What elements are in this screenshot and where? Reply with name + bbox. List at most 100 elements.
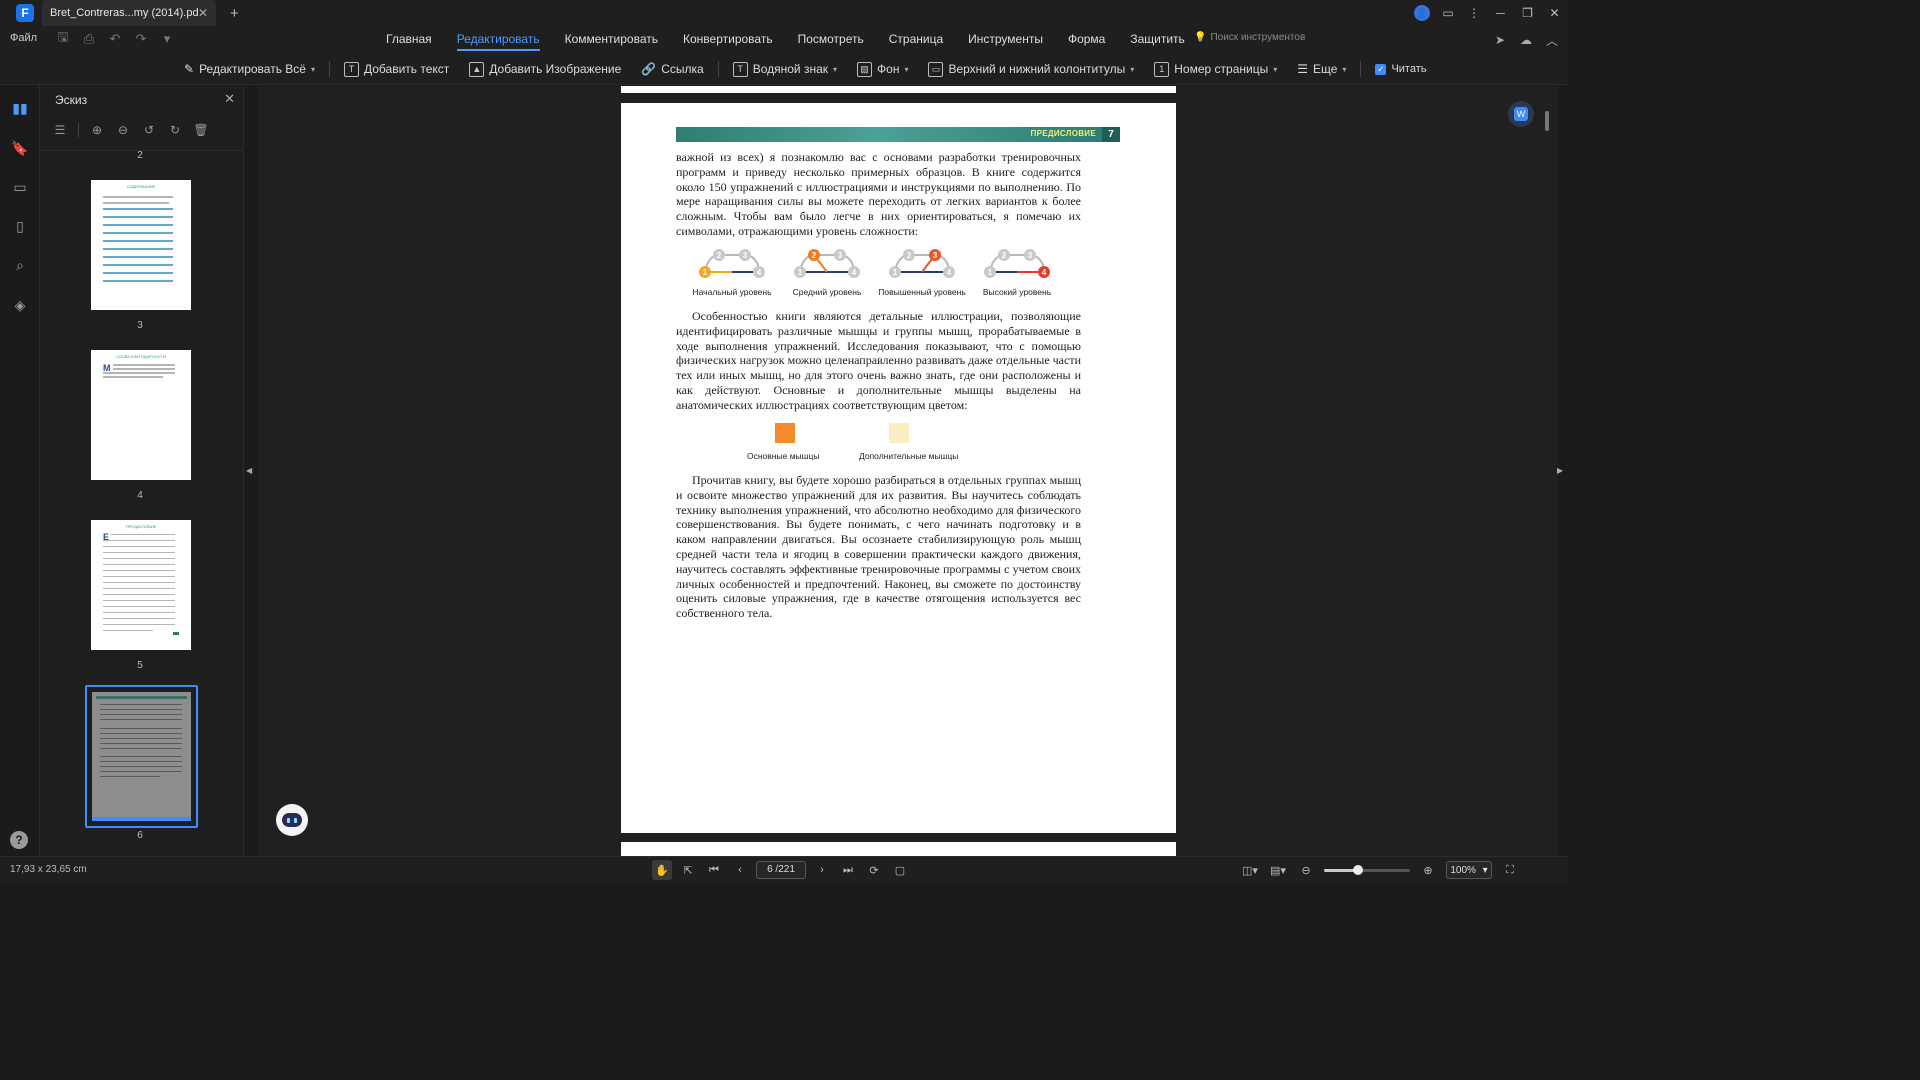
thumbnail-line xyxy=(103,600,175,601)
document-tab[interactable]: Bret_Contreras...my (2014).pdf ✕ xyxy=(42,0,216,26)
header-footer-button[interactable]: ▭ Верхний и нижний колонтитулы ▾ xyxy=(918,53,1144,85)
collapse-ribbon-icon[interactable]: ︿ xyxy=(1542,30,1562,50)
menu-edit[interactable]: Редактировать xyxy=(456,26,540,53)
thumbnail-page-3[interactable]: СОДЕРЖАНИЕ xyxy=(91,180,191,310)
link-button[interactable]: 🔗 Ссылка xyxy=(631,53,713,85)
thumbnail-page-4[interactable]: СЛОВА БЛАГОДАРНОСТИ M xyxy=(91,350,191,480)
add-image-button[interactable]: ▲ Добавить Изображение xyxy=(459,53,631,85)
rotate-page-icon[interactable]: ⟳ xyxy=(864,860,884,880)
feedback-icon[interactable]: ▭ xyxy=(1435,0,1461,26)
difficulty-level-icon: 12 34 xyxy=(984,249,1050,278)
read-checkbox[interactable]: ✓ Читать xyxy=(1365,53,1436,85)
print-icon[interactable]: ⎙ xyxy=(80,30,98,48)
word-convert-icon[interactable]: W xyxy=(1508,101,1534,127)
zoom-slider-handle[interactable] xyxy=(1353,864,1364,875)
zoom-out-icon[interactable]: ⊖ xyxy=(1296,860,1316,880)
thumbnail-page-number: 3 xyxy=(137,320,143,331)
attachment-icon[interactable]: ▯ xyxy=(10,216,30,236)
edit-all-button[interactable]: ✎ Редактировать Всё ▾ xyxy=(174,53,325,85)
rotate-right-icon[interactable]: ↻ xyxy=(167,122,183,138)
rotate-left-icon[interactable]: ↺ xyxy=(141,122,157,138)
delete-icon[interactable]: 🗑 xyxy=(193,122,209,138)
thumbnail-heading: СОДЕРЖАНИЕ xyxy=(126,184,156,189)
page-number-button[interactable]: 1 Номер страницы ▾ xyxy=(1144,53,1287,85)
thumbnail-line xyxy=(103,196,173,198)
collapse-left-panel-icon[interactable]: ◀ xyxy=(246,466,254,478)
level-node-number: 2 xyxy=(907,251,912,260)
fit-page-icon[interactable]: ▢ xyxy=(890,860,910,880)
thumbnail-line xyxy=(111,534,175,535)
first-page-icon[interactable]: ⏮ xyxy=(704,860,724,880)
hand-tool-icon[interactable]: ✋ xyxy=(652,860,672,880)
menu-home[interactable]: Главная xyxy=(386,26,432,53)
watermark-button[interactable]: T Водяной знак ▾ xyxy=(723,53,847,85)
user-avatar[interactable]: 👤 xyxy=(1409,0,1435,26)
menu-form[interactable]: Форма xyxy=(1068,26,1105,53)
customize-dropdown-icon[interactable]: ▾ xyxy=(158,30,176,48)
undo-icon[interactable]: ↶ xyxy=(106,30,124,48)
next-page-icon[interactable]: › xyxy=(812,860,832,880)
redo-icon[interactable]: ↷ xyxy=(132,30,150,48)
close-window-button[interactable]: ✕ xyxy=(1541,0,1568,26)
thumbnails-icon[interactable]: ▮▮ xyxy=(10,98,30,118)
thumbnail-line xyxy=(103,588,175,589)
zoom-in-icon[interactable]: ⊕ xyxy=(89,122,105,138)
restore-button[interactable]: ❐ xyxy=(1514,0,1541,26)
menu-protect[interactable]: Защитить xyxy=(1130,26,1184,53)
help-icon[interactable]: ? xyxy=(10,831,28,849)
collapse-right-panel-icon[interactable]: ▶ xyxy=(1557,466,1565,478)
thumbnail-line xyxy=(100,743,182,744)
word-icon: W xyxy=(1514,107,1528,121)
search-icon[interactable]: ⌕ xyxy=(10,255,30,275)
page-layout-icon[interactable]: ◫▾ xyxy=(1240,860,1260,880)
main-menu: Главная Редактировать Комментировать Кон… xyxy=(386,26,1185,53)
background-button[interactable]: ▧ Фон ▾ xyxy=(847,53,918,85)
zoom-in-icon[interactable]: ⊕ xyxy=(1418,860,1438,880)
add-text-button[interactable]: T Добавить текст xyxy=(334,53,459,85)
ai-assistant-button[interactable] xyxy=(276,804,308,836)
zoom-out-icon[interactable]: ⊖ xyxy=(115,122,131,138)
chevron-down-icon: ▾ xyxy=(1130,64,1135,74)
close-icon[interactable]: ✕ xyxy=(198,6,208,20)
tool-search[interactable]: 💡 Поиск инструментов xyxy=(1194,32,1305,43)
new-tab-button[interactable]: + xyxy=(230,5,239,22)
page-size: 17,93 x 23,65 cm xyxy=(10,864,87,875)
pdf-page[interactable]: ПРЕДИСЛОВИЕ 7 важной из всех) я познаком… xyxy=(621,103,1176,833)
minimize-button[interactable]: ─ xyxy=(1487,0,1514,26)
add-text-label: Добавить текст xyxy=(363,62,450,76)
menu-view[interactable]: Посмотреть xyxy=(798,26,864,53)
menu-page[interactable]: Страница xyxy=(889,26,943,53)
thumbnail-line xyxy=(103,594,175,595)
fullscreen-icon[interactable]: ⛶ xyxy=(1500,860,1520,880)
menu-convert[interactable]: Конвертировать xyxy=(683,26,773,53)
select-tool-icon[interactable]: ⇱ xyxy=(678,860,698,880)
level-arc xyxy=(894,254,950,273)
cloud-upload-icon[interactable]: ☁ xyxy=(1516,30,1536,50)
comment-icon[interactable]: ▭ xyxy=(10,177,30,197)
thumbnail-line xyxy=(103,264,173,266)
menu-tools[interactable]: Инструменты xyxy=(968,26,1043,53)
thumbnail-page-6[interactable] xyxy=(92,692,191,821)
list-menu-icon[interactable]: ☰ xyxy=(52,122,68,138)
file-menu[interactable]: Файл xyxy=(10,32,37,44)
link-label: Ссылка xyxy=(661,62,704,76)
more-vertical-icon[interactable]: ⋮ xyxy=(1461,0,1487,26)
layers-icon[interactable]: ◈ xyxy=(10,295,30,315)
thumbnail-list: 2 СОДЕРЖАНИЕ 3 СЛОВА БЛАГОДАРНОСТИ M 4 П… xyxy=(40,150,244,856)
zoom-value-select[interactable]: 100% ▾ xyxy=(1446,861,1492,879)
vertical-scrollbar[interactable] xyxy=(1545,111,1549,131)
save-icon[interactable]: 🖫 xyxy=(54,29,72,48)
more-button[interactable]: ☰ Еще ▾ xyxy=(1287,53,1356,85)
send-icon[interactable]: ➤ xyxy=(1490,30,1510,50)
thumbnail-line xyxy=(103,272,173,274)
close-icon[interactable]: ✕ xyxy=(224,91,235,107)
last-page-icon[interactable]: ⏭ xyxy=(838,860,858,880)
menu-comment[interactable]: Комментировать xyxy=(565,26,658,53)
page-number-input[interactable]: 6 /221 xyxy=(756,861,806,879)
view-mode-icon[interactable]: ▤▾ xyxy=(1268,860,1288,880)
bookmark-icon[interactable]: 🔖 xyxy=(10,138,30,158)
thumbnail-page-5[interactable]: ПРЕДИСЛОВИЕ E xyxy=(91,520,191,650)
thumbnail-line xyxy=(100,748,182,749)
zoom-slider[interactable] xyxy=(1324,864,1410,875)
previous-page-icon[interactable]: ‹ xyxy=(730,860,750,880)
